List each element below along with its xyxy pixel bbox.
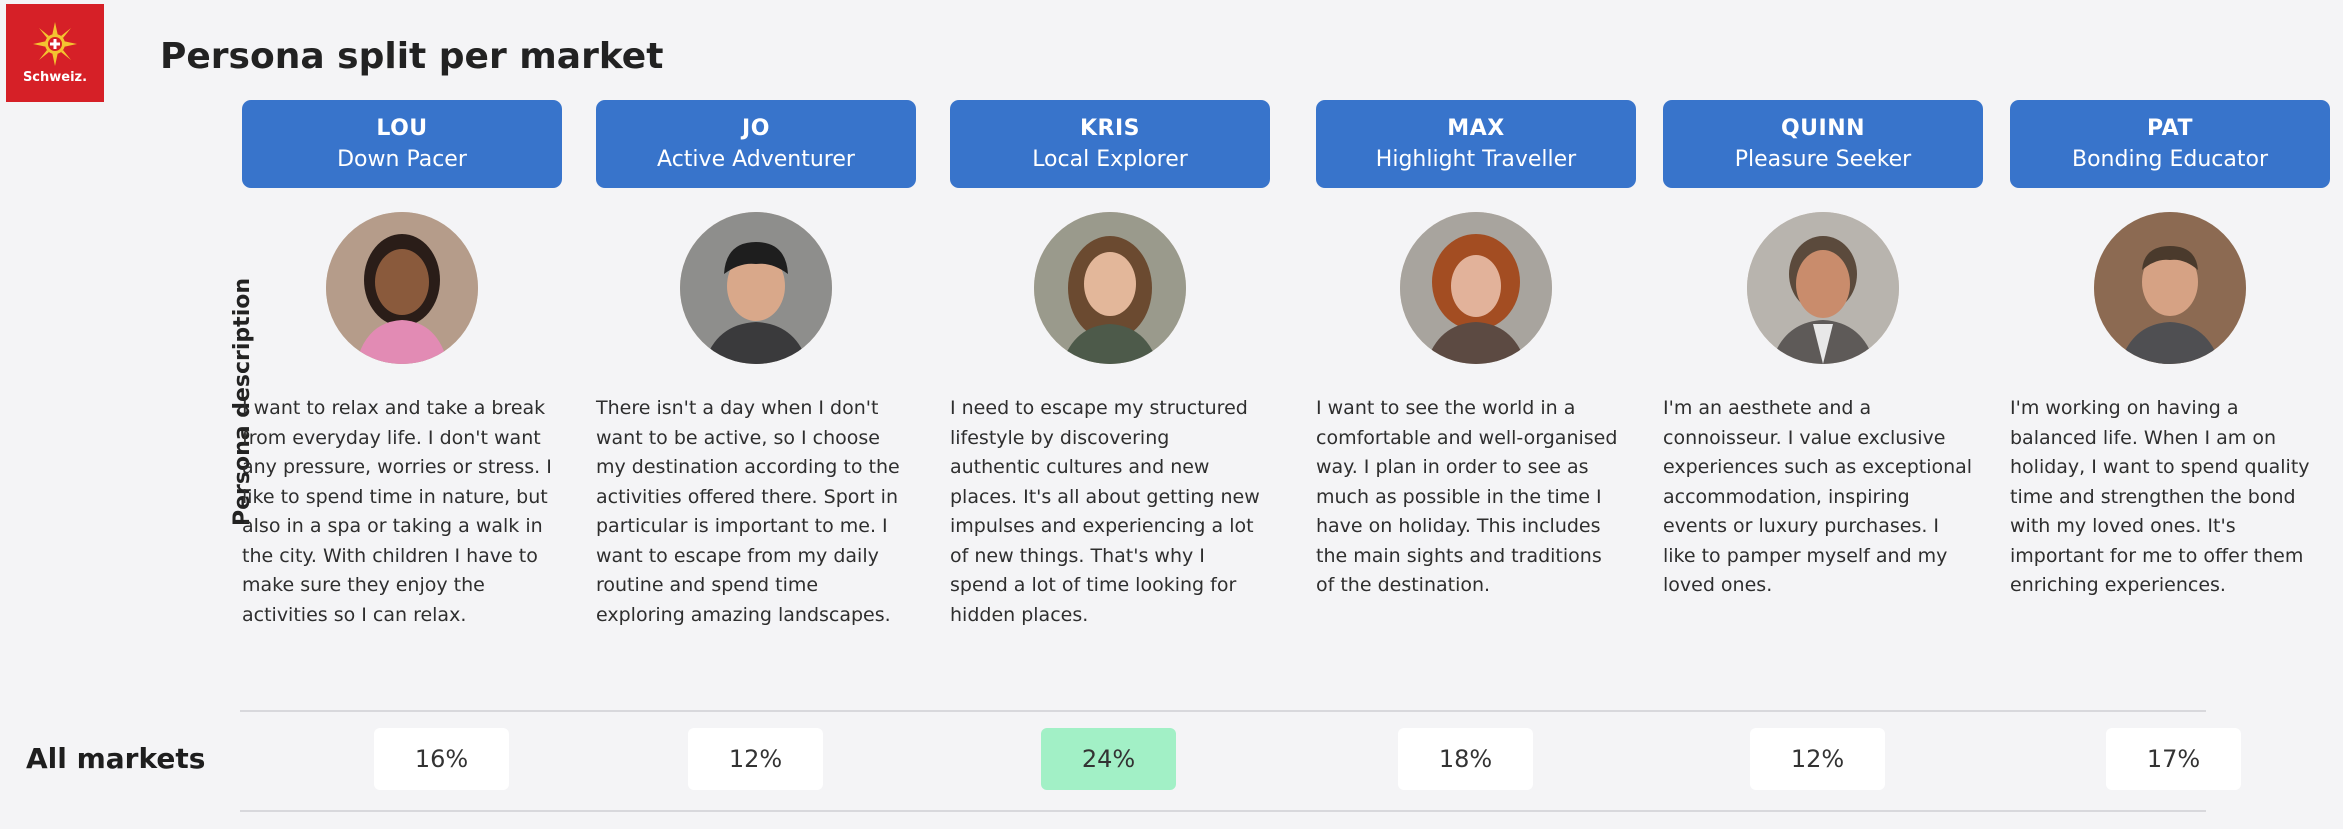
page-title: Persona split per market bbox=[160, 36, 664, 77]
logo-text: Schweiz. bbox=[22, 69, 88, 85]
persona-name: KRIS bbox=[1079, 116, 1141, 141]
persona-column-jo: JO Active Adventurer There isn't a day w… bbox=[596, 100, 916, 630]
persona-photo-jo bbox=[680, 212, 832, 364]
persona-description: I want to see the world in a comfortable… bbox=[1316, 397, 1618, 596]
share-lou: 16% bbox=[374, 728, 509, 790]
persona-column-lou: LOU Down Pacer I want to relax and take … bbox=[242, 100, 562, 630]
share-quinn: 12% bbox=[1750, 728, 1885, 790]
persona-type: Active Adventurer bbox=[657, 147, 855, 172]
share-pat: 17% bbox=[2106, 728, 2241, 790]
share-max: 18% bbox=[1398, 728, 1533, 790]
persona-name: JO bbox=[742, 116, 770, 141]
persona-column-pat: PAT Bonding Educator I'm working on havi… bbox=[2010, 100, 2330, 601]
persona-description: I'm working on having a balanced life. W… bbox=[2010, 397, 2310, 596]
persona-photo-max bbox=[1400, 212, 1552, 364]
persona-name: LOU bbox=[376, 116, 428, 141]
persona-column-max: MAX Highlight Traveller I want to see th… bbox=[1316, 100, 1636, 601]
persona-header: QUINN Pleasure Seeker bbox=[1663, 100, 1983, 188]
persona-description: I need to escape my structured lifestyle… bbox=[950, 397, 1260, 626]
persona-description: I'm an aesthete and a connoisseur. I val… bbox=[1663, 397, 1973, 596]
share-jo: 12% bbox=[688, 728, 823, 790]
persona-column-kris: KRIS Local Explorer I need to escape my … bbox=[950, 100, 1270, 630]
persona-type: Down Pacer bbox=[337, 147, 467, 172]
row-label-all-markets: All markets bbox=[26, 742, 206, 775]
persona-type: Local Explorer bbox=[1032, 147, 1188, 172]
persona-header: PAT Bonding Educator bbox=[2010, 100, 2330, 188]
persona-header: LOU Down Pacer bbox=[242, 100, 562, 188]
persona-type: Pleasure Seeker bbox=[1734, 147, 1912, 172]
persona-type: Bonding Educator bbox=[2072, 147, 2268, 172]
persona-name: PAT bbox=[2147, 116, 2193, 141]
sun-logo-icon bbox=[33, 21, 77, 66]
persona-photo-quinn bbox=[1747, 212, 1899, 364]
schweiz-logo: Schweiz. bbox=[6, 4, 104, 102]
persona-description: There isn't a day when I don't want to b… bbox=[596, 397, 900, 626]
persona-photo-pat bbox=[2094, 212, 2246, 364]
persona-header: KRIS Local Explorer bbox=[950, 100, 1270, 188]
persona-photo-lou bbox=[326, 212, 478, 364]
persona-header: JO Active Adventurer bbox=[596, 100, 916, 188]
row-divider-bottom bbox=[240, 810, 2206, 812]
persona-name: QUINN bbox=[1780, 116, 1866, 141]
persona-photo-kris bbox=[1034, 212, 1186, 364]
persona-name: MAX bbox=[1447, 116, 1505, 141]
row-divider-top bbox=[240, 710, 2206, 712]
share-kris: 24% bbox=[1041, 728, 1176, 790]
persona-header: MAX Highlight Traveller bbox=[1316, 100, 1636, 188]
persona-description: I want to relax and take a break from ev… bbox=[242, 397, 552, 626]
persona-type: Highlight Traveller bbox=[1375, 147, 1577, 172]
persona-column-quinn: QUINN Pleasure Seeker I'm an aesthete an… bbox=[1663, 100, 1983, 601]
